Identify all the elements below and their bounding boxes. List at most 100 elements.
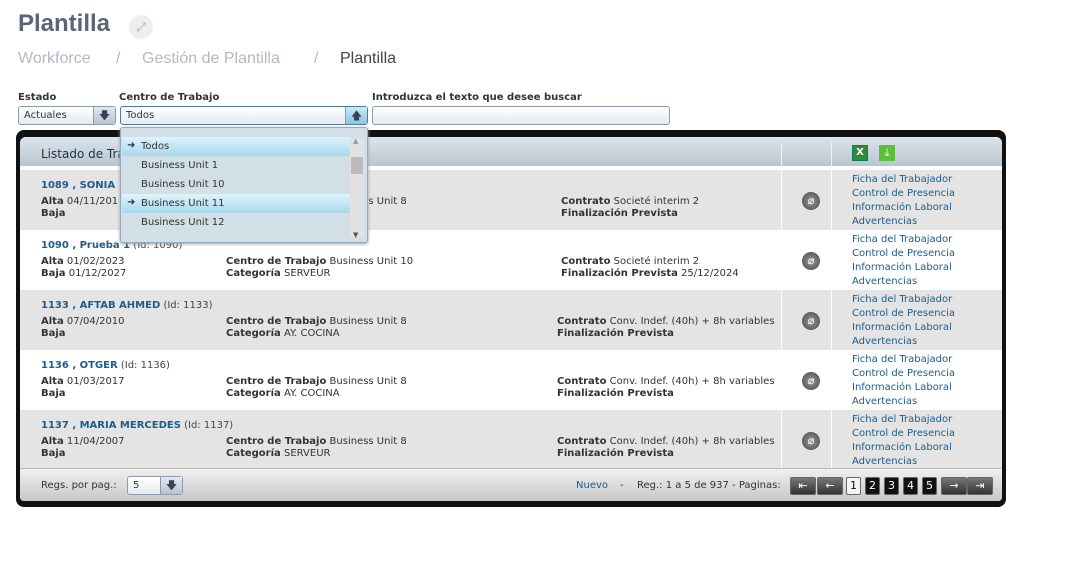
worker-action-link[interactable]: Ficha del Trabajador xyxy=(852,293,955,307)
categoria-value: AY. COCINA xyxy=(283,328,340,339)
paperclip-icon[interactable]: ⌀ xyxy=(802,252,820,270)
alta-value: 04/11/201 xyxy=(66,196,119,207)
worker-name-link[interactable]: 1133 , AFTAB AHMED xyxy=(41,300,160,311)
search-label: Introduzca el texto que desee buscar xyxy=(372,92,582,103)
regs-per-page-select[interactable]: 5 🡇 xyxy=(127,476,183,495)
option-label: Business Unit 10 xyxy=(141,179,225,190)
worker-action-link[interactable]: Ficha del Trabajador xyxy=(852,413,955,427)
table-row: 1133 , AFTAB AHMED (Id: 1133) Alta 07/04… xyxy=(20,290,1002,350)
worker-action-link[interactable]: Advertencias xyxy=(852,395,955,409)
finalizacion-label: Finalización Prevista xyxy=(557,388,674,399)
centro-label: Centro de Trabajo xyxy=(226,436,327,447)
finalizacion-label: Finalización Prevista xyxy=(557,328,674,339)
table-row: 1137 , MARIA MERCEDES (Id: 1137) Alta 11… xyxy=(20,410,1002,470)
breadcrumb-separator: / xyxy=(116,50,121,67)
worker-action-link[interactable]: Advertencias xyxy=(852,215,955,229)
dropdown-option[interactable]: Business Unit 1 xyxy=(122,156,350,175)
paperclip-icon[interactable]: ⌀ xyxy=(802,432,820,450)
worker-action-link[interactable]: Ficha del Trabajador xyxy=(852,353,955,367)
alta-value: 07/04/2010 xyxy=(66,316,125,327)
worker-action-link[interactable]: Información Laboral xyxy=(852,441,955,455)
dropdown-scrollbar[interactable]: ▲ ▼ xyxy=(350,137,364,239)
expand-icon[interactable]: ⤢ xyxy=(129,15,153,39)
download-icon[interactable]: ⤓ xyxy=(879,145,895,161)
baja-label: Baja xyxy=(41,328,66,339)
worker-action-link[interactable]: Información Laboral xyxy=(852,321,955,335)
search-input[interactable] xyxy=(372,106,670,125)
alta-value: 11/04/2007 xyxy=(66,436,125,447)
contrato-label: Contrato xyxy=(561,256,611,267)
centro-dropdown: ➜ Todos Business Unit 1 Business Unit 10 ➜ Bu… xyxy=(120,127,368,243)
baja-label: Baja xyxy=(41,388,66,399)
worker-action-link[interactable]: Información Laboral xyxy=(852,261,955,275)
categoria-label: Categoría xyxy=(226,328,281,339)
worker-action-link[interactable]: Advertencias xyxy=(852,455,955,469)
worker-action-link[interactable]: Control de Presencia xyxy=(852,187,955,201)
breadcrumb-gestion[interactable]: Gestión de Plantilla xyxy=(142,50,280,68)
worker-action-link[interactable]: Información Laboral xyxy=(852,201,955,215)
worker-name-link[interactable]: 1136 , OTGER xyxy=(41,360,118,371)
worker-action-link[interactable]: Información Laboral xyxy=(852,381,955,395)
dropdown-option[interactable]: Business Unit 10 xyxy=(122,175,350,194)
worker-action-link[interactable]: Ficha del Trabajador xyxy=(852,233,955,247)
worker-action-link[interactable]: Control de Presencia xyxy=(852,247,955,261)
arrow-right-icon: ➜ xyxy=(127,197,136,208)
alta-value: 01/02/2023 xyxy=(66,256,125,267)
centro-value: Todos xyxy=(126,110,155,121)
chevron-down-icon[interactable]: 🡇 xyxy=(93,107,115,124)
centro-select[interactable]: Todos 🡅 xyxy=(120,106,368,125)
centro-label: Centro de Trabajo xyxy=(226,376,327,387)
next-page-icon[interactable]: → xyxy=(941,477,967,495)
estado-value: Actuales xyxy=(24,110,67,121)
arrow-right-icon: ➜ xyxy=(127,140,136,151)
paperclip-icon[interactable]: ⌀ xyxy=(802,312,820,330)
finalizacion-label: Finalización Prevista xyxy=(561,268,678,279)
paperclip-icon[interactable]: ⌀ xyxy=(802,372,820,390)
worker-action-link[interactable]: Ficha del Trabajador xyxy=(852,173,955,187)
contrato-value: Societé interim 2 xyxy=(613,256,700,267)
page-3[interactable]: 3 xyxy=(884,477,899,495)
worker-name-link[interactable]: 1137 , MARIA MERCEDES xyxy=(41,420,181,431)
chevron-up-icon[interactable]: 🡅 xyxy=(345,107,367,124)
alta-label: Alta xyxy=(41,196,64,207)
page-2[interactable]: 2 xyxy=(865,477,880,495)
page-5[interactable]: 5 xyxy=(922,477,937,495)
contrato-value: Conv. Indef. (40h) + 8h variables xyxy=(609,376,775,387)
breadcrumb-separator: / xyxy=(314,50,319,67)
worker-action-link[interactable]: Control de Presencia xyxy=(852,427,955,441)
worker-id: (Id: 1137) xyxy=(184,420,234,431)
chevron-down-icon[interactable]: 🡇 xyxy=(160,477,182,494)
first-page-icon[interactable]: ⇤ xyxy=(790,477,816,495)
centro-value: Business Unit 8 xyxy=(329,436,407,447)
nuevo-link[interactable]: Nuevo xyxy=(576,480,608,491)
centro-value: Business Unit 10 xyxy=(329,256,414,267)
breadcrumb-current: Plantilla xyxy=(340,50,397,67)
prev-page-icon[interactable]: ← xyxy=(817,477,843,495)
excel-export-icon[interactable]: X xyxy=(852,145,868,161)
page-4[interactable]: 4 xyxy=(903,477,918,495)
baja-label: Baja xyxy=(41,208,66,219)
dropdown-option[interactable]: Business Unit 12 xyxy=(122,213,350,232)
regs-label: Regs. por pag.: xyxy=(41,480,117,491)
worker-action-link[interactable]: Advertencias xyxy=(852,275,955,289)
dropdown-option[interactable]: ➜ Todos xyxy=(122,137,350,156)
dropdown-option[interactable]: ➜ Business Unit 11 xyxy=(122,194,350,213)
last-page-icon[interactable]: ⇥ xyxy=(967,477,993,495)
worker-action-link[interactable]: Control de Presencia xyxy=(852,367,955,381)
worker-id: (Id: 1133) xyxy=(163,300,213,311)
worker-action-link[interactable]: Advertencias xyxy=(852,335,955,349)
alta-value: 01/03/2017 xyxy=(66,376,125,387)
contrato-label: Contrato xyxy=(561,196,611,207)
paperclip-icon[interactable]: ⌀ xyxy=(802,192,820,210)
worker-name-link[interactable]: 1090 , Prueba 1 xyxy=(41,240,130,251)
page-1[interactable]: 1 xyxy=(846,477,861,495)
worker-name-link[interactable]: 1089 , SONIA xyxy=(41,180,115,191)
breadcrumb-workforce[interactable]: Workforce xyxy=(18,50,91,68)
alta-label: Alta xyxy=(41,376,64,387)
centro-value: Business Unit 8 xyxy=(329,316,407,327)
finalizacion-label: Finalización Prevista xyxy=(561,208,678,219)
estado-select[interactable]: Actuales 🡇 xyxy=(18,106,116,125)
categoria-label: Categoría xyxy=(226,448,281,459)
worker-action-link[interactable]: Control de Presencia xyxy=(852,307,955,321)
baja-value: 01/12/2027 xyxy=(68,268,127,279)
